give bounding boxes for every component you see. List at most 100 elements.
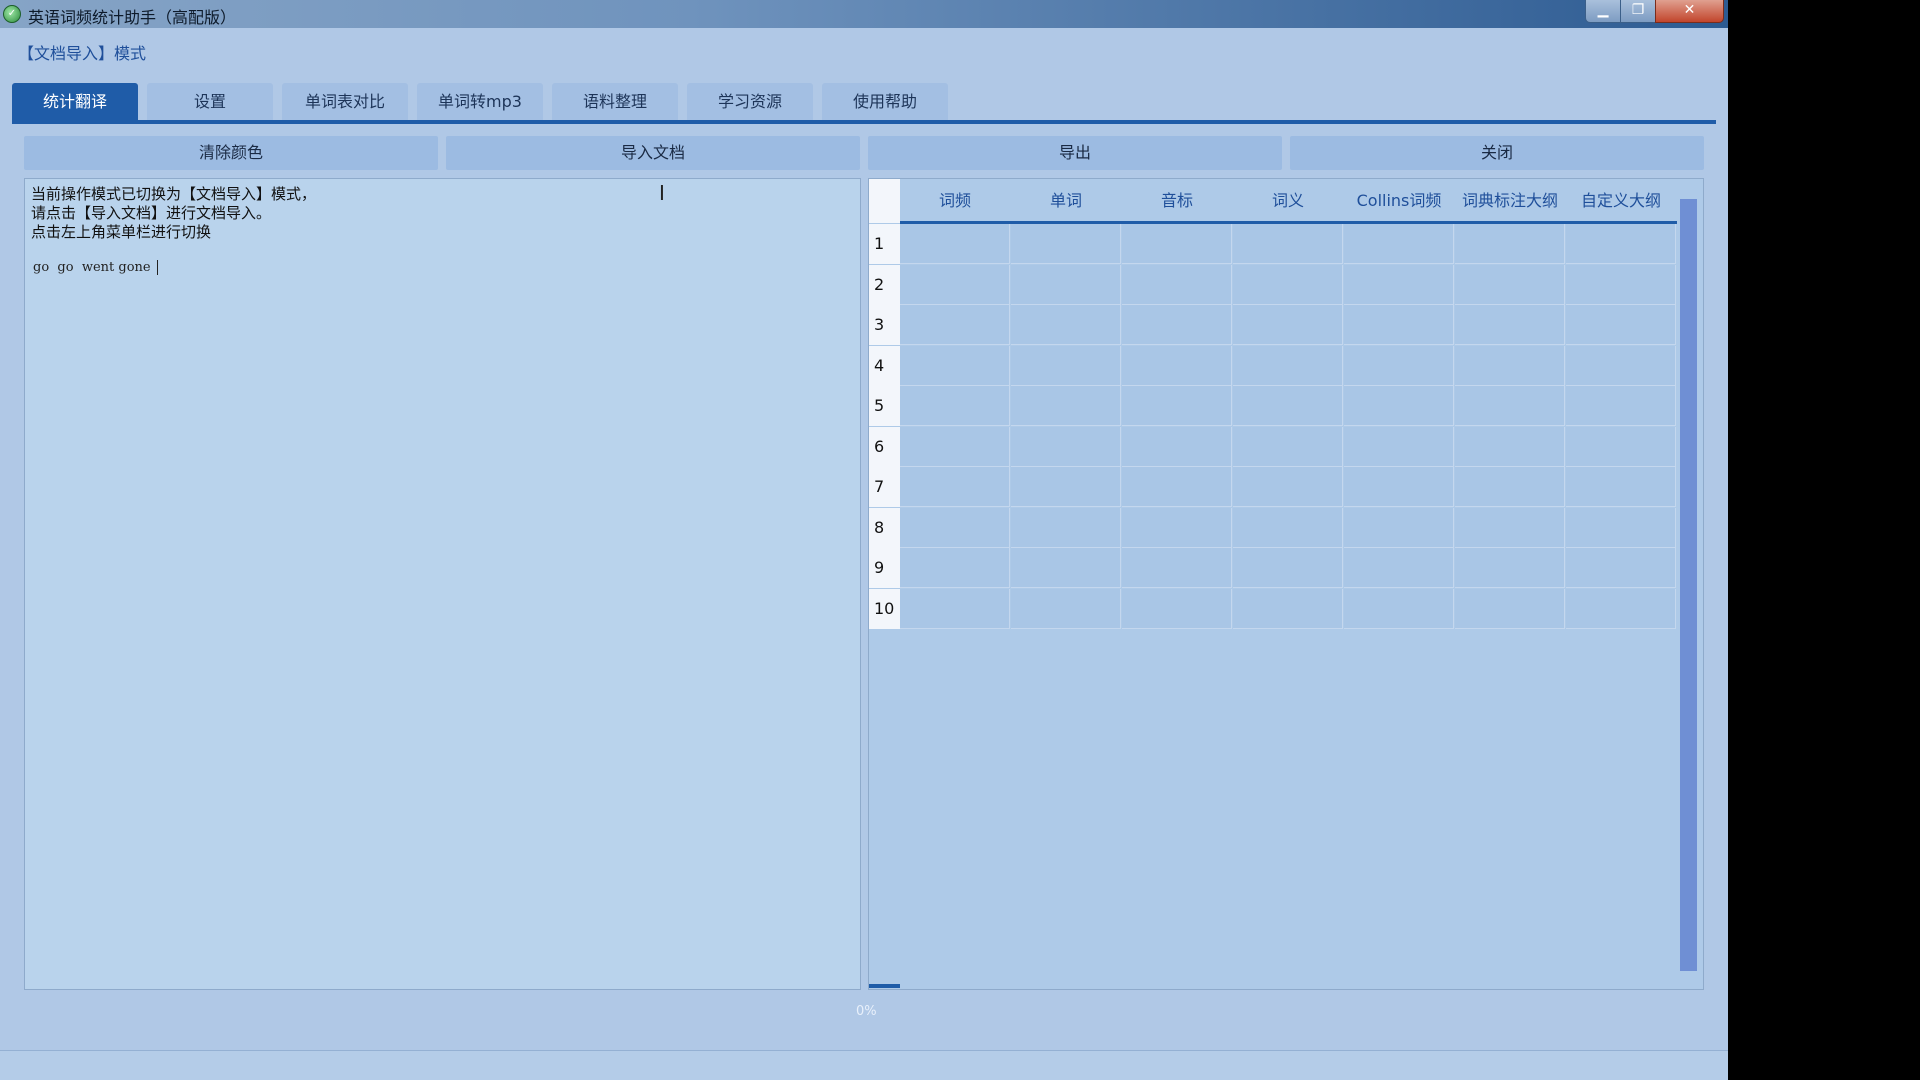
table-cell[interactable] bbox=[1566, 548, 1676, 588]
table-cell[interactable] bbox=[1011, 467, 1121, 507]
tab-resources[interactable]: 学习资源 bbox=[687, 83, 813, 121]
table-cell[interactable] bbox=[1011, 386, 1121, 426]
column-header-collins[interactable]: Collins词频 bbox=[1344, 179, 1454, 223]
table-cell[interactable] bbox=[1566, 224, 1676, 264]
tab-settings[interactable]: 设置 bbox=[147, 83, 273, 121]
table-cell[interactable] bbox=[900, 548, 1010, 588]
table-cell[interactable] bbox=[1122, 507, 1232, 548]
table-row[interactable]: 4 bbox=[869, 345, 1677, 386]
table-row[interactable]: 8 bbox=[869, 507, 1677, 548]
table-cell[interactable] bbox=[1344, 305, 1454, 345]
table-cell[interactable] bbox=[900, 507, 1010, 548]
table-cell[interactable] bbox=[1344, 507, 1454, 548]
table-cell[interactable] bbox=[1233, 467, 1343, 507]
table-cell[interactable] bbox=[1344, 467, 1454, 507]
table-cell[interactable] bbox=[900, 264, 1010, 305]
table-row[interactable]: 7 bbox=[869, 467, 1677, 507]
table-row[interactable]: 5 bbox=[869, 386, 1677, 426]
table-row[interactable]: 6 bbox=[869, 426, 1677, 467]
table-cell[interactable] bbox=[1122, 264, 1232, 305]
table-cell[interactable] bbox=[1233, 345, 1343, 386]
table-cell[interactable] bbox=[900, 386, 1010, 426]
table-cell[interactable] bbox=[1566, 264, 1676, 305]
table-cell[interactable] bbox=[1233, 264, 1343, 305]
column-header-custom-syllabus[interactable]: 自定义大纲 bbox=[1566, 179, 1676, 223]
table-cell[interactable] bbox=[900, 345, 1010, 386]
table-cell[interactable] bbox=[1566, 345, 1676, 386]
table-cell[interactable] bbox=[1455, 588, 1565, 629]
table-cell[interactable] bbox=[1566, 507, 1676, 548]
table-row[interactable]: 10 bbox=[869, 588, 1677, 629]
horizontal-scrollbar[interactable] bbox=[869, 984, 900, 988]
table-cell[interactable] bbox=[1566, 305, 1676, 345]
table-cell[interactable] bbox=[900, 467, 1010, 507]
table-cell[interactable] bbox=[900, 588, 1010, 629]
table-cell[interactable] bbox=[1011, 507, 1121, 548]
table-cell[interactable] bbox=[1122, 386, 1232, 426]
tab-help[interactable]: 使用帮助 bbox=[822, 83, 948, 121]
table-cell[interactable] bbox=[1455, 507, 1565, 548]
clear-color-button[interactable]: 清除颜色 bbox=[24, 136, 438, 170]
table-cell[interactable] bbox=[1011, 264, 1121, 305]
table-cell[interactable] bbox=[1122, 224, 1232, 264]
table-cell[interactable] bbox=[1122, 548, 1232, 588]
table-cell[interactable] bbox=[900, 305, 1010, 345]
table-cell[interactable] bbox=[1455, 386, 1565, 426]
tab-word-to-mp3[interactable]: 单词转mp3 bbox=[417, 83, 543, 121]
table-cell[interactable] bbox=[1455, 264, 1565, 305]
table-cell[interactable] bbox=[1122, 305, 1232, 345]
import-document-button[interactable]: 导入文档 bbox=[446, 136, 860, 170]
table-cell[interactable] bbox=[1122, 345, 1232, 386]
table-cell[interactable] bbox=[1455, 345, 1565, 386]
table-cell[interactable] bbox=[900, 224, 1010, 264]
table-cell[interactable] bbox=[1233, 507, 1343, 548]
table-cell[interactable] bbox=[1122, 588, 1232, 629]
tab-wordlist-compare[interactable]: 单词表对比 bbox=[282, 83, 408, 121]
tab-corpus[interactable]: 语料整理 bbox=[552, 83, 678, 121]
table-cell[interactable] bbox=[1455, 305, 1565, 345]
table-cell[interactable] bbox=[1011, 588, 1121, 629]
column-header-meaning[interactable]: 词义 bbox=[1233, 179, 1343, 223]
table-row[interactable]: 2 bbox=[869, 264, 1677, 305]
word-table[interactable]: 词频 单词 音标 词义 Collins词频 词典标注大纲 自定义大纲 12345… bbox=[868, 178, 1704, 990]
table-row[interactable]: 3 bbox=[869, 305, 1677, 345]
table-cell[interactable] bbox=[1455, 426, 1565, 467]
maximize-button[interactable]: ❐ bbox=[1620, 0, 1656, 23]
export-button[interactable]: 导出 bbox=[868, 136, 1282, 170]
text-input-area[interactable]: 当前操作模式已切换为【文档导入】模式， 请点击【导入文档】进行文档导入。 点击左… bbox=[24, 178, 861, 990]
table-cell[interactable] bbox=[1455, 467, 1565, 507]
close-window-button[interactable]: ✕ bbox=[1655, 0, 1724, 23]
table-cell[interactable] bbox=[1344, 264, 1454, 305]
table-cell[interactable] bbox=[1344, 386, 1454, 426]
column-header-dict-syllabus[interactable]: 词典标注大纲 bbox=[1455, 179, 1565, 223]
table-cell[interactable] bbox=[1233, 386, 1343, 426]
table-cell[interactable] bbox=[1344, 548, 1454, 588]
table-cell[interactable] bbox=[1566, 426, 1676, 467]
table-cell[interactable] bbox=[1455, 548, 1565, 588]
table-cell[interactable] bbox=[1344, 224, 1454, 264]
table-cell[interactable] bbox=[1344, 426, 1454, 467]
table-cell[interactable] bbox=[1011, 305, 1121, 345]
table-cell[interactable] bbox=[1233, 224, 1343, 264]
table-row[interactable]: 9 bbox=[869, 548, 1677, 588]
column-header-frequency[interactable]: 词频 bbox=[900, 179, 1010, 223]
table-cell[interactable] bbox=[900, 426, 1010, 467]
vertical-scrollbar[interactable] bbox=[1680, 199, 1697, 971]
table-cell[interactable] bbox=[1455, 224, 1565, 264]
table-cell[interactable] bbox=[1011, 345, 1121, 386]
table-cell[interactable] bbox=[1233, 426, 1343, 467]
table-cell[interactable] bbox=[1344, 345, 1454, 386]
table-cell[interactable] bbox=[1566, 467, 1676, 507]
table-cell[interactable] bbox=[1233, 588, 1343, 629]
column-header-phonetic[interactable]: 音标 bbox=[1122, 179, 1232, 223]
column-header-word[interactable]: 单词 bbox=[1011, 179, 1121, 223]
table-cell[interactable] bbox=[1011, 426, 1121, 467]
tab-statistics[interactable]: 统计翻译 bbox=[12, 83, 138, 121]
table-row[interactable]: 1 bbox=[869, 224, 1677, 264]
table-cell[interactable] bbox=[1344, 588, 1454, 629]
table-cell[interactable] bbox=[1566, 386, 1676, 426]
table-cell[interactable] bbox=[1122, 426, 1232, 467]
table-cell[interactable] bbox=[1011, 548, 1121, 588]
table-cell[interactable] bbox=[1011, 224, 1121, 264]
table-cell[interactable] bbox=[1233, 305, 1343, 345]
